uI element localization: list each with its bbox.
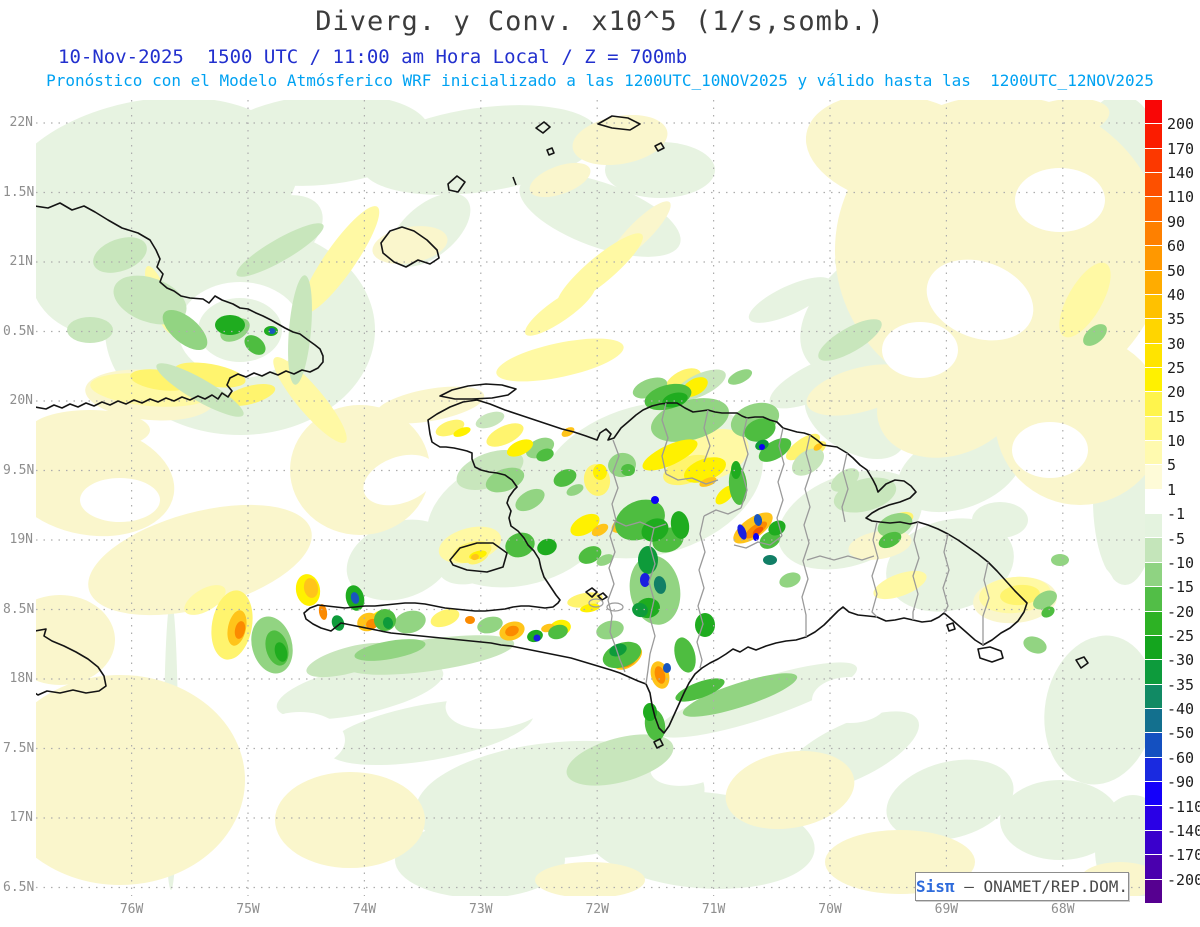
colorbar-tick-label: -20 [1167, 602, 1195, 621]
branding-org: ONAMET/REP.DOM. [983, 877, 1128, 896]
y-axis-tick-label: 18N [9, 671, 33, 686]
colorbar-tick-label: 200 [1167, 115, 1195, 134]
y-axis-tick-label: 8.5N [3, 601, 35, 617]
y-axis-tick-label: 6.5N [3, 879, 35, 895]
colorbar-tick-label: -110 [1167, 797, 1200, 816]
colorbar-tick-label: -140 [1167, 821, 1200, 840]
colorbar-segment [1145, 684, 1162, 709]
colorbar-segment [1145, 173, 1162, 198]
colorbar-tick-label: 20 [1167, 383, 1186, 402]
colorbar-tick-label: 30 [1167, 334, 1186, 353]
colorbar-segment [1145, 100, 1162, 125]
colorbar-tick-label: 60 [1167, 237, 1186, 256]
colorbar-tick-label: -40 [1167, 700, 1195, 719]
colorbar-tick-label: 15 [1167, 407, 1186, 426]
colorbar-tick-label: -170 [1167, 846, 1200, 865]
y-axis-tick-label: 22N [9, 115, 33, 130]
colorbar-segment [1145, 635, 1162, 661]
colorbar-segment [1145, 270, 1162, 295]
colorbar-tick-label: 10 [1167, 432, 1186, 451]
x-axis-tick-label: 71W [701, 902, 726, 917]
colorbar-segment [1145, 830, 1162, 856]
x-axis-tick-label: 74W [352, 902, 377, 917]
y-axis-tick-label: 20N [9, 393, 33, 408]
colorbar-segment [1145, 879, 1162, 904]
x-axis-tick-label: 73W [469, 902, 493, 917]
colorbar-tick-label: -35 [1167, 675, 1195, 694]
y-axis-tick-label: 7.5N [3, 740, 35, 756]
x-axis-tick-label: 76W [119, 902, 144, 917]
colorbar-tick-label: -1 [1167, 505, 1186, 524]
colorbar-tick-label: -30 [1167, 651, 1195, 670]
colorbar-segment [1145, 562, 1162, 588]
x-axis-tick-label: 68W [1051, 902, 1075, 917]
y-axis-tick-label: 0.5N [3, 323, 35, 339]
colorbar-segment [1145, 416, 1162, 442]
map-canvas [36, 100, 1146, 896]
colorbar-tick-label: -90 [1167, 773, 1195, 792]
branding-app-name: Sisπ [916, 877, 955, 896]
colorbar-segment [1145, 441, 1162, 466]
colorbar-segment [1145, 587, 1162, 612]
colorbar-segment [1145, 294, 1162, 320]
colorbar-segment [1145, 489, 1162, 515]
subtitle-datetime: 10-Nov-2025 1500 UTC / 11:00 am Hora Loc… [58, 46, 688, 68]
weather-map-page: Diverg. y Conv. x10^5 (1/s,somb.) 10-Nov… [0, 0, 1200, 927]
colorbar-tick-label: 170 [1167, 139, 1195, 158]
colorbar-tick-label: 1 [1167, 480, 1177, 499]
colorbar-tick-label: -15 [1167, 578, 1195, 597]
colorbar-tick-label: 140 [1167, 164, 1195, 183]
colorbar-segment [1145, 246, 1162, 271]
colorbar-tick-label: 50 [1167, 261, 1186, 280]
subtitle-forecast: Pronóstico con el Modelo Atmósferico WRF… [46, 71, 1154, 90]
colorbar-segment [1145, 708, 1162, 734]
colorbar-segment [1145, 611, 1162, 636]
colorbar-tick-label: 110 [1167, 188, 1195, 207]
colorbar-segment [1145, 197, 1162, 222]
colorbar-segment [1145, 319, 1162, 344]
colorbar-segment [1145, 757, 1162, 783]
y-axis-tick-label: 9.5N [3, 462, 35, 478]
colorbar-segment [1145, 514, 1162, 539]
x-axis-tick-label: 70W [818, 902, 842, 917]
colorbar-segment [1145, 855, 1162, 880]
y-axis-tick-label: 17N [9, 810, 33, 825]
page-title: Diverg. y Conv. x10^5 (1/s,somb.) [315, 6, 885, 37]
x-axis-tick-label: 75W [236, 902, 260, 917]
colorbar-segment [1145, 343, 1162, 368]
colorbar-segment [1145, 367, 1162, 393]
colorbar-segment [1145, 782, 1162, 807]
colorbar-segment [1145, 538, 1162, 563]
y-axis-tick-label: 21N [9, 254, 33, 269]
colorbar-segment [1145, 465, 1162, 490]
colorbar-segment [1145, 660, 1162, 685]
colorbar-tick-label: 40 [1167, 285, 1186, 304]
branding-box: Sisπ – ONAMET/REP.DOM. [915, 872, 1129, 901]
x-axis-tick-label: 69W [934, 902, 959, 917]
colorbar-tick-label: 25 [1167, 359, 1186, 377]
colorbar-segment [1145, 221, 1162, 247]
colorbar-tick-label: -5 [1167, 529, 1186, 548]
colorbar-tick-label: 35 [1167, 310, 1186, 329]
y-axis-tick-label: 19N [9, 532, 33, 547]
colorbar-segment [1145, 148, 1162, 174]
colorbar-tick-label: 90 [1167, 212, 1186, 231]
colorbar-segment [1145, 733, 1162, 758]
colorbar-segment [1145, 806, 1162, 831]
colorbar-segment [1145, 124, 1162, 149]
colorbar-tick-label: -50 [1167, 724, 1195, 743]
colorbar [1145, 100, 1162, 904]
x-axis-tick-label: 72W [585, 902, 609, 917]
colorbar-tick-label: -200 [1167, 870, 1200, 889]
colorbar-tick-label: -25 [1167, 627, 1195, 645]
colorbar-tick-label: 5 [1167, 456, 1177, 475]
colorbar-segment [1145, 392, 1162, 417]
colorbar-tick-label: -10 [1167, 553, 1195, 572]
colorbar-tick-label: -60 [1167, 748, 1195, 767]
y-axis-tick-label: 1.5N [3, 184, 35, 200]
branding-separator: – [954, 877, 984, 896]
